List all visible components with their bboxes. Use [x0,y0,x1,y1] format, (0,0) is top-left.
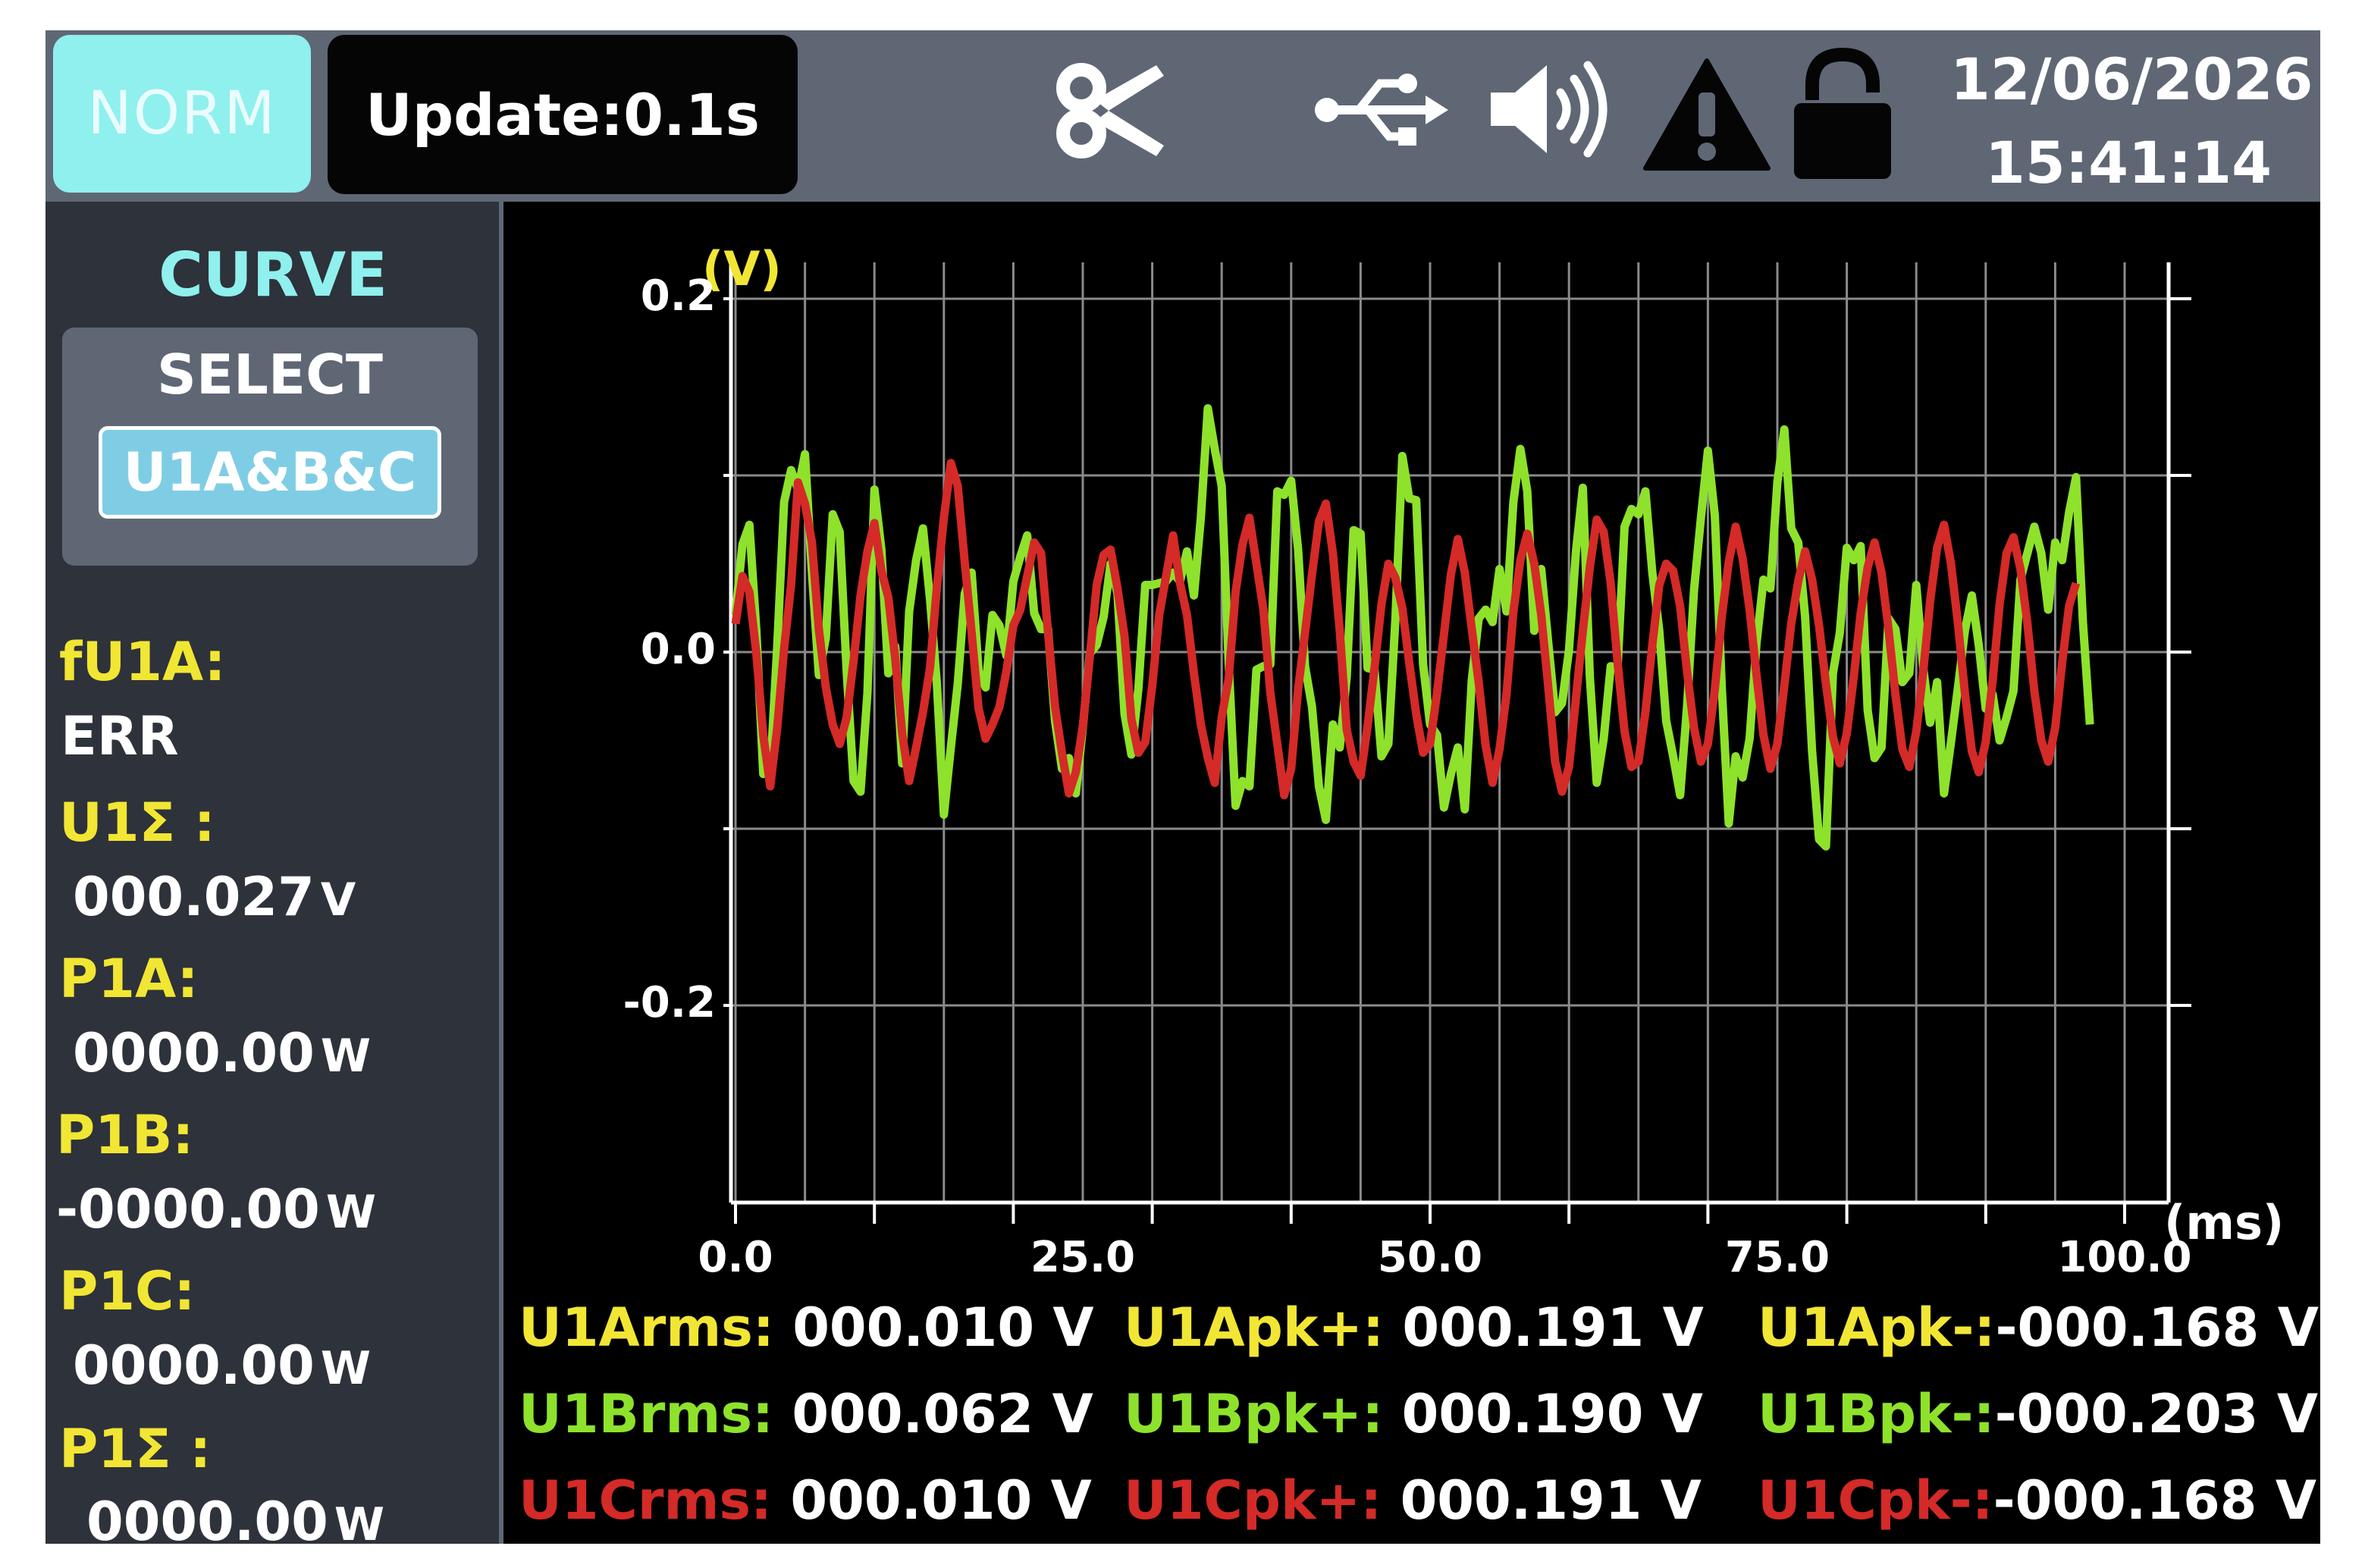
scissors-icon[interactable] [1054,61,1168,159]
unit-label: W [320,1030,372,1083]
status-bar: NORM Update:0.1s 12/06/2026 15:41:14 [45,30,2320,202]
curve-title: CURVE [158,240,387,310]
side-label-p1sigma: P1Σ : [59,1418,212,1480]
readout-value: 000.190 V [1383,1383,1703,1445]
readout-item: U1Apk+: 000.191 V [1124,1297,1704,1359]
y-tick-label: 0.0 [640,625,716,674]
unit-label: W [320,1342,372,1395]
y-tick-label: 0.2 [640,271,716,321]
side-label-fu1a: fU1A: [59,631,226,693]
unit-label: V [320,873,356,927]
channel-select-button[interactable]: U1A&B&C [99,426,441,519]
readout-item: U1Arms: 000.010 V [519,1297,1094,1359]
readout-label: U1Cpk-: [1758,1469,1993,1532]
side-value-p1b: -0000.00 W [56,1178,377,1240]
readout-label: U1Arms: [519,1297,774,1359]
readout-value: -000.168 V [1993,1469,2317,1532]
readout-item: U1Crms: 000.010 V [519,1469,1092,1532]
side-label-p1c: P1C: [59,1260,196,1322]
unit-label: W [334,1498,385,1544]
datetime-display: 12/06/2026 15:41:14 [1950,38,2313,205]
date-text: 12/06/2026 [1950,45,2313,113]
readout-item: U1Apk-:-000.168 V [1758,1297,2319,1359]
y-tick-label: -0.2 [623,978,716,1027]
instrument-screen: NORM Update:0.1s 12/06/2026 15:41:14 CUR… [45,30,2320,1544]
readout-label: U1Apk+: [1124,1297,1385,1359]
waveform-chart [723,262,2191,1224]
side-label-u1sigma: U1Σ : [59,792,215,854]
readout-label: U1Bpk+: [1124,1383,1384,1445]
sidebar: CURVE SELECT U1A&B&C fU1A: ERR U1Σ : 000… [45,202,500,1544]
measurement-readouts: U1Arms: 000.010 V U1Apk+: 000.191 V U1Apk-… [503,1271,2320,1544]
waveform-plot: (V) (ms) 0.2 0.0 -0.2 0.0 25.0 50.0 75.0 100.0 [503,202,2320,1282]
readout-label: U1Brms: [519,1383,774,1445]
readout-item: U1Cpk+: 000.191 V [1124,1469,1702,1532]
unlock-icon[interactable] [1789,47,1896,183]
readout-label: U1Apk-: [1758,1297,1996,1359]
speaker-icon [1491,61,1608,158]
readout-label: U1Cpk+: [1124,1469,1382,1532]
readout-value: 000.010 V [772,1469,1092,1532]
usb-icon [1315,74,1448,146]
mode-button[interactable]: NORM [53,35,311,193]
side-label-p1b: P1B: [56,1104,194,1166]
select-panel: SELECT U1A&B&C [62,328,478,566]
readout-value: 000.191 V [1384,1297,1704,1359]
readout-value: 000.191 V [1382,1469,1702,1532]
readout-value: 000.062 V [773,1383,1093,1445]
side-value-u1sigma: 000.027 V [73,866,356,928]
readout-value: -000.203 V [1994,1383,2319,1445]
time-text: 15:41:14 [1984,129,2272,196]
update-rate-button[interactable]: Update:0.1s [328,35,798,194]
readout-item: U1Bpk-:-000.203 V [1758,1383,2318,1445]
warning-icon [1643,58,1771,171]
readout-value: 000.010 V [773,1297,1094,1359]
readout-label: U1Crms: [519,1469,773,1532]
side-value-p1c: 0000.00 W [73,1334,372,1397]
readout-value: -000.168 V [1995,1297,2319,1359]
side-label-p1a: P1A: [59,948,199,1010]
readout-item: U1Cpk-:-000.168 V [1758,1469,2316,1532]
readout-label: U1Bpk-: [1758,1383,1995,1445]
select-label: SELECT [156,343,384,406]
side-value-p1sigma: 0000.00 W [86,1491,384,1544]
unit-label: W [325,1186,377,1239]
side-value-fu1a: ERR [61,705,179,767]
side-value-p1a: 0000.00 W [73,1022,372,1084]
readout-item: U1Bpk+: 000.190 V [1124,1383,1703,1445]
readout-item: U1Brms: 000.062 V [519,1383,1093,1445]
